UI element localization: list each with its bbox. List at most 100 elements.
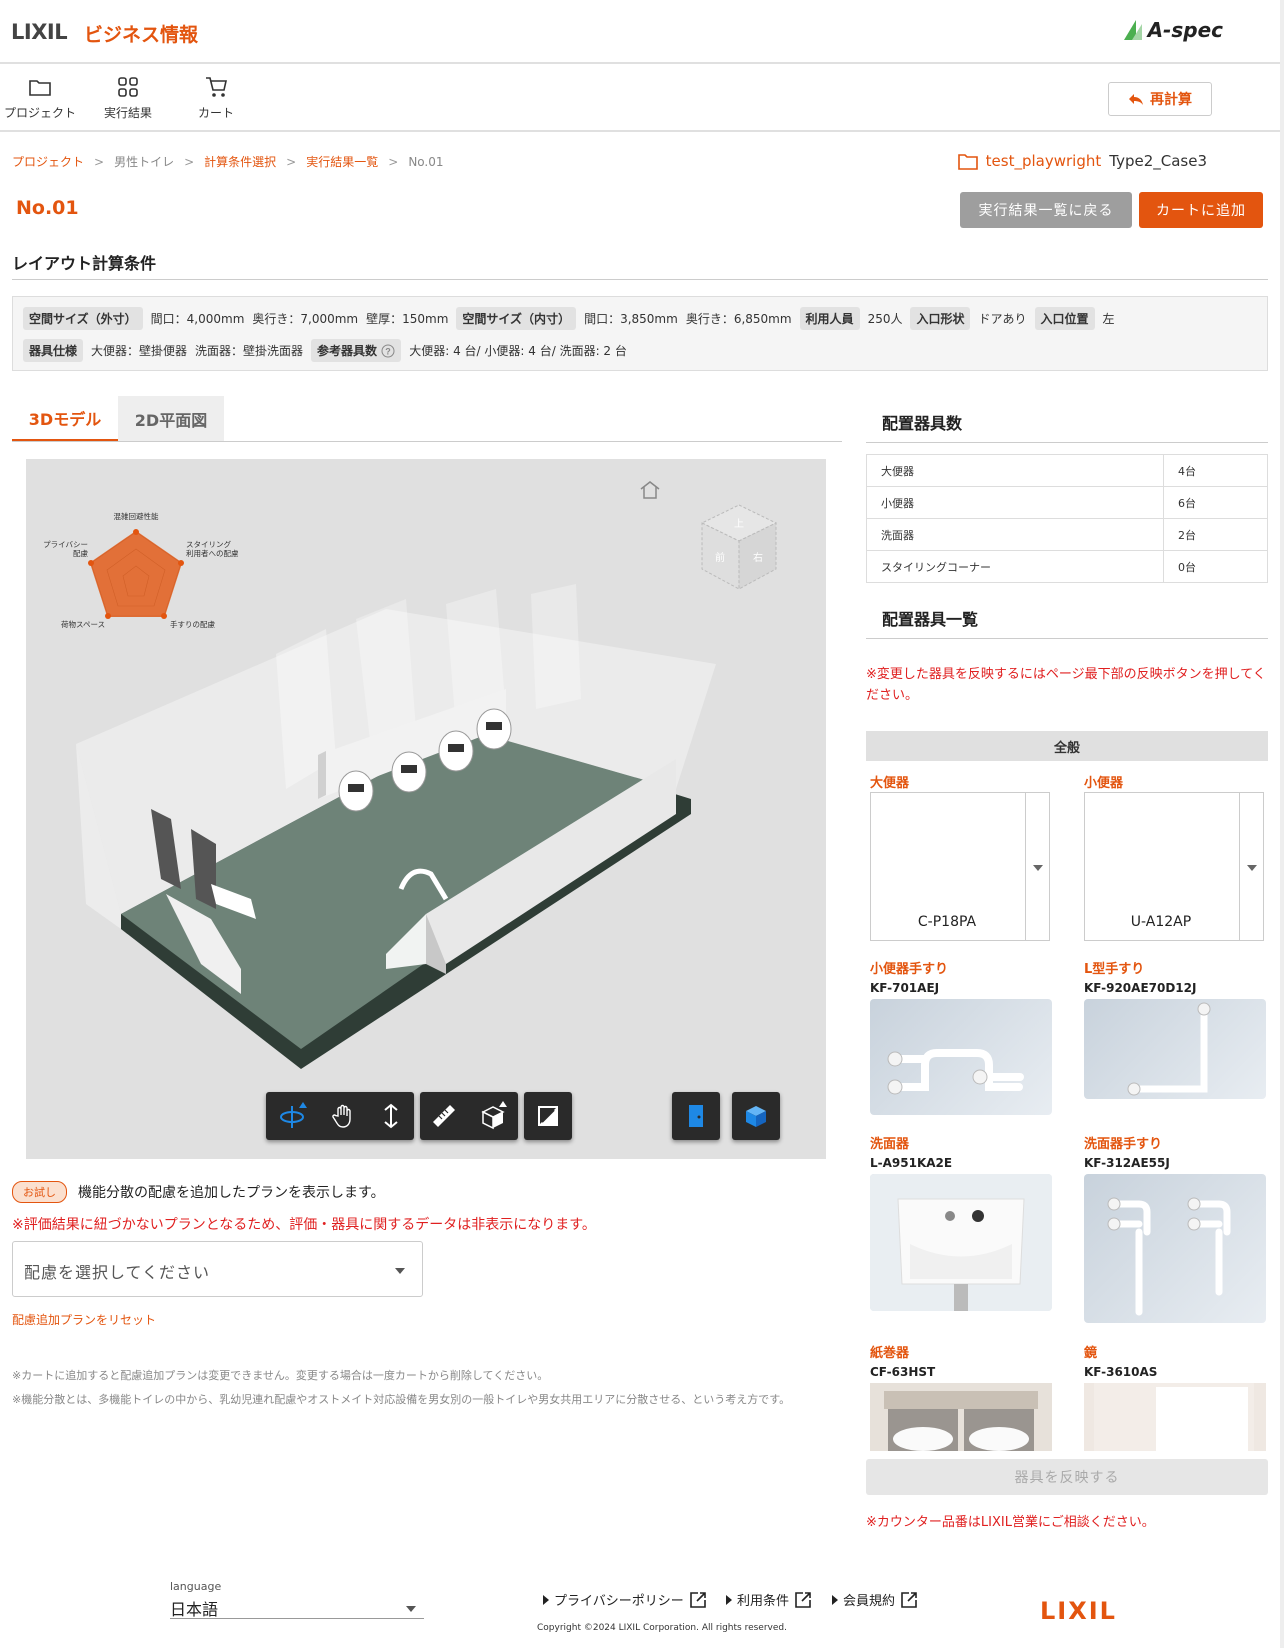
radar-label-bottom-right: 手すりの配慮 <box>170 619 215 629</box>
radar-chart: 混雑回避性能 スタイリング 利用者への配慮 手すりの配慮 荷物スペース プライバ… <box>43 511 239 629</box>
count-value: 2台 <box>1163 518 1268 551</box>
basin-rail-image[interactable] <box>1084 1174 1266 1323</box>
mirror-image[interactable] <box>1084 1383 1266 1451</box>
orbit-icon[interactable] <box>277 1100 309 1132</box>
general-section-header: 全般 <box>866 731 1268 761</box>
trial-description: 機能分散の配慮を追加したプランを表示します。 <box>78 1185 385 1201</box>
inner-size-chip: 空間サイズ（内寸） <box>456 307 577 330</box>
zoom-vertical-icon[interactable] <box>379 1102 403 1130</box>
tab-2d-plan[interactable]: 2D平面図 <box>118 396 224 442</box>
l-rail-picture <box>1127 1002 1211 1096</box>
fullscreen-toolbar <box>524 1092 572 1140</box>
basin-image[interactable] <box>870 1174 1052 1311</box>
fullscreen-icon[interactable] <box>536 1104 560 1128</box>
table-row: スタイリングコーナー 0台 <box>866 550 1268 583</box>
breadcrumb-sep: > <box>388 154 399 169</box>
count-name: 小便器 <box>866 486 1164 519</box>
breadcrumb-sep: > <box>286 154 297 169</box>
chevron-down-icon <box>1239 793 1263 940</box>
divider <box>12 279 1268 280</box>
basin-rail-label: 洗面器手すり <box>1084 1137 1163 1152</box>
breadcrumb-conditions[interactable]: 計算条件選択 <box>204 153 276 170</box>
inner-width: 間口：3,850mm <box>584 312 678 326</box>
basin-label: 洗面器 <box>870 1137 910 1152</box>
brand-lixil-logo[interactable]: LIXIL <box>11 20 68 44</box>
entry-pos-value: 左 <box>1102 312 1115 326</box>
conditions-row-1: 空間サイズ（外寸） 間口：4,000mm 奥行き：7,000mm 壁厚：150m… <box>23 307 1115 330</box>
cube-icon[interactable] <box>743 1103 769 1129</box>
count-value: 4台 <box>1163 454 1268 487</box>
nav-results-label: 実行結果 <box>103 106 152 120</box>
radar-label-right-2: 利用者への配慮 <box>186 548 239 558</box>
help-icon[interactable]: ? <box>381 344 395 358</box>
language-select[interactable]: 日本語 <box>170 1596 218 1620</box>
add-to-cart-button[interactable]: カートに追加 <box>1139 192 1263 228</box>
caret-right-icon <box>543 1594 549 1605</box>
external-link-icon <box>795 1591 811 1608</box>
fixture-count-title: 配置器具数 <box>882 414 963 433</box>
member-terms-link[interactable]: 会員規約 <box>832 1590 918 1609</box>
counter-note: ※カウンター品番はLIXIL営業にご相談ください。 <box>866 1515 1155 1530</box>
radar-label-left-1: プライバシー <box>43 540 88 549</box>
ruler-icon[interactable] <box>430 1102 458 1130</box>
footer-lixil-logo[interactable]: LIXIL <box>1040 1597 1117 1625</box>
chevron-down-icon <box>1025 793 1049 940</box>
table-row: 小便器 6台 <box>866 486 1268 519</box>
urinal-rail-image[interactable] <box>870 999 1052 1115</box>
table-row: 大便器 4台 <box>866 454 1268 487</box>
urinal-rail-model: KF-701AEJ <box>870 981 940 995</box>
3d-viewer[interactable]: 混雑回避性能 スタイリング 利用者への配慮 手すりの配慮 荷物スペース プライバ… <box>26 459 826 1159</box>
pan-hand-icon[interactable] <box>330 1102 358 1130</box>
divider <box>866 638 1268 639</box>
function-distribution-note: ※機能分散とは、多機能トイレの中から、乳幼児連れ配慮やオストメイト対応設備を男女… <box>12 1393 791 1406</box>
navigation-toolbar <box>266 1092 414 1140</box>
external-link-icon <box>689 1591 706 1608</box>
count-name: スタイリングコーナー <box>866 550 1164 583</box>
breadcrumb-project[interactable]: プロジェクト <box>12 153 84 170</box>
tab-3d-model[interactable]: 3Dモデル <box>12 396 118 442</box>
urinal-select[interactable]: U-A12AP <box>1084 792 1264 941</box>
breadcrumb-results[interactable]: 実行結果一覧 <box>306 153 378 170</box>
nav-cart[interactable]: カート <box>176 74 256 121</box>
reset-plan-link[interactable]: 配慮追加プランをリセット <box>12 1311 156 1328</box>
fixture-list-warning: ※変更した器具を反映するにはページ最下部の反映ボタンを押してください。 <box>866 667 1266 703</box>
back-to-results-button[interactable]: 実行結果一覧に戻る <box>960 192 1132 228</box>
wc-label: 大便器 <box>870 776 910 791</box>
top-nav: プロジェクト 実行結果 カート <box>0 66 1284 132</box>
cube-right-label: 右 <box>753 551 763 564</box>
paper-holder-picture <box>870 1383 1052 1451</box>
brand-business-info[interactable]: ビジネス情報 <box>84 20 198 47</box>
ref-count-label: 参考器具数 <box>317 344 378 358</box>
paper-holder-image[interactable] <box>870 1383 1052 1451</box>
cube-front-label: 前 <box>715 551 725 564</box>
l-rail-image[interactable] <box>1084 999 1266 1099</box>
outer-depth: 奥行き：7,000mm <box>252 312 359 326</box>
nav-project[interactable]: プロジェクト <box>0 74 80 121</box>
nav-results[interactable]: 実行結果 <box>88 74 168 121</box>
reflect-fixtures-button[interactable]: 器具を反映する <box>866 1459 1268 1495</box>
undo-arrow-icon <box>1129 94 1143 105</box>
terms-link[interactable]: 利用条件 <box>726 1590 812 1609</box>
view-cube[interactable]: 上 前 右 <box>698 503 780 593</box>
divider <box>866 442 1268 443</box>
scrollbar[interactable] <box>1280 0 1284 1648</box>
model-toolbar <box>732 1092 780 1140</box>
folder-icon <box>957 153 978 170</box>
spec-wc: 大便器：壁掛便器 <box>91 344 188 358</box>
chevron-down-icon <box>395 1268 405 1274</box>
privacy-link[interactable]: プライバシーポリシー <box>543 1590 707 1609</box>
count-value: 6台 <box>1163 486 1268 519</box>
aspec-logo[interactable]: A-spec <box>1122 18 1223 42</box>
project-name[interactable]: test_playwright <box>986 152 1102 170</box>
wc-select[interactable]: C-P18PA <box>870 792 1050 941</box>
door-icon[interactable] <box>684 1103 708 1129</box>
section-box-icon[interactable] <box>477 1100 509 1132</box>
recalc-button[interactable]: 再計算 <box>1108 82 1212 116</box>
mirror-label: 鏡 <box>1084 1346 1098 1361</box>
terms-label: 利用条件 <box>737 1594 790 1609</box>
project-info: test_playwright Type2_Case3 <box>957 152 1207 170</box>
basin-rail-picture <box>1107 1197 1231 1316</box>
table-row: 洗面器 2台 <box>866 518 1268 551</box>
home-icon[interactable] <box>638 479 662 501</box>
fixture-list-title: 配置器具一覧 <box>882 610 979 629</box>
